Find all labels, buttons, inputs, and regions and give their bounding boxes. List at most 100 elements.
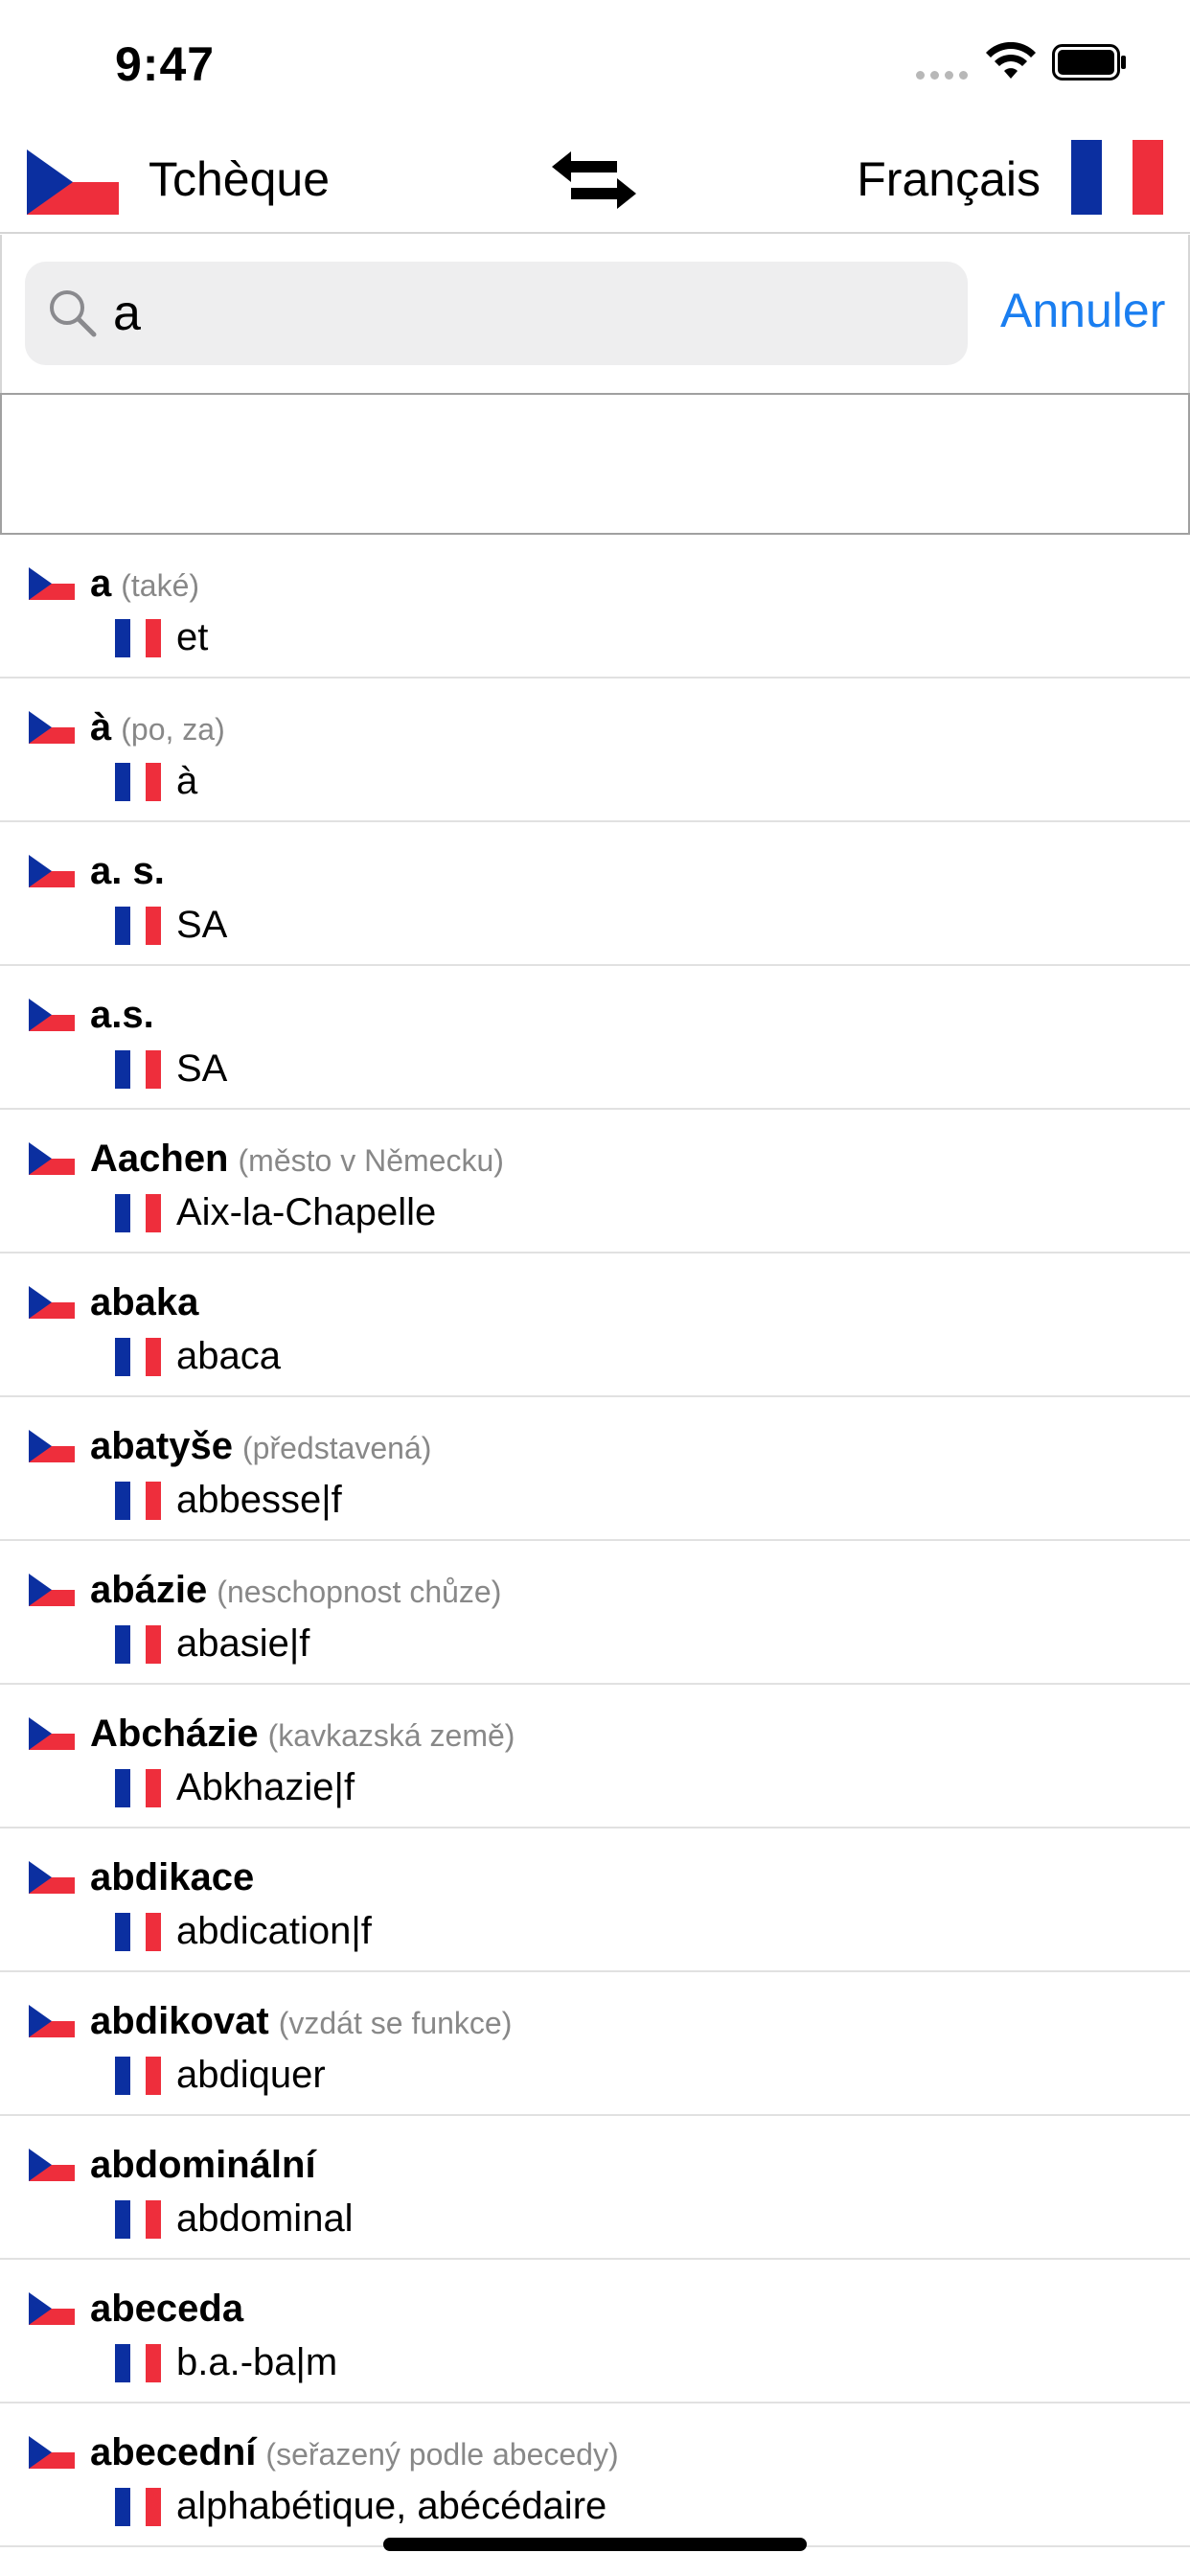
entry-word: Abcházie (kavkazská země) <box>90 1710 515 1760</box>
battery-icon <box>1052 44 1126 80</box>
home-indicator[interactable] <box>383 2538 807 2551</box>
entry-note: (město v Německu) <box>238 1143 504 1178</box>
list-item[interactable]: a.s. SA <box>0 966 1190 1110</box>
status-time: 9:47 <box>115 37 216 91</box>
list-item[interactable]: abecední (seřazený podle abecedy) alphabét… <box>0 2404 1190 2547</box>
search-input[interactable] <box>113 262 937 365</box>
entry-word: abaka <box>90 1278 208 1328</box>
entry-headword: abázie <box>90 1569 208 1611</box>
entry-translation: abdiquer <box>176 2054 326 2096</box>
czech-flag-icon[interactable] <box>27 150 119 215</box>
entry-translation: à <box>176 760 198 802</box>
entry-word: Aachen (město v Německu) <box>90 1135 504 1184</box>
list-item[interactable]: abeceda b.a.-ba|m <box>0 2260 1190 2404</box>
french-flag-icon <box>115 2344 161 2382</box>
entry-translation: SA <box>176 1047 228 1090</box>
list-item[interactable]: a (také) et <box>0 535 1190 678</box>
czech-flag-icon <box>29 1861 75 1894</box>
french-flag-icon <box>115 1913 161 1951</box>
czech-flag-icon <box>29 2005 75 2037</box>
search-field[interactable] <box>25 262 968 365</box>
entry-note: (neschopnost chůze) <box>217 1575 502 1609</box>
target-language-label[interactable]: Français <box>857 150 1041 209</box>
list-item[interactable]: a. s. SA <box>0 822 1190 966</box>
entry-note: (také) <box>121 568 200 603</box>
czech-flag-icon <box>29 999 75 1031</box>
search-bar: Annuler <box>0 235 1190 393</box>
french-flag-icon <box>115 1338 161 1376</box>
results-list: a (také) et à (po, za) à a. s. SA a.s. SA Aachen (m… <box>0 535 1190 2547</box>
french-flag-icon <box>115 2488 161 2526</box>
list-item[interactable]: abdominální abdominal <box>0 2116 1190 2260</box>
french-flag-icon[interactable] <box>1071 140 1163 215</box>
french-flag-icon <box>115 1769 161 1807</box>
list-item[interactable]: Abcházie (kavkazská země) Abkhazie|f <box>0 1685 1190 1828</box>
french-flag-icon <box>115 2200 161 2239</box>
entry-headword: abaka <box>90 1281 199 1323</box>
entry-word: abdikovat (vzdát se funkce) <box>90 1997 512 2047</box>
entry-translation: abaca <box>176 1335 281 1377</box>
entry-note: (po, za) <box>121 712 225 747</box>
wifi-icon <box>986 42 1036 79</box>
czech-flag-icon <box>29 1717 75 1750</box>
french-flag-icon <box>115 907 161 945</box>
entry-headword: Aachen <box>90 1138 229 1180</box>
entry-headword: a. s. <box>90 850 165 892</box>
list-item[interactable]: à (po, za) à <box>0 678 1190 822</box>
entry-word: abdominální <box>90 2141 326 2191</box>
french-flag-icon <box>115 1482 161 1520</box>
entry-translation: abdication|f <box>176 1910 372 1952</box>
french-flag-icon <box>115 1194 161 1232</box>
entry-translation: et <box>176 616 209 658</box>
entry-note: (seřazený podle abecedy) <box>265 2437 619 2472</box>
entry-word: abecední (seřazený podle abecedy) <box>90 2428 619 2478</box>
entry-headword: Abcházie <box>90 1713 259 1755</box>
status-bar: 9:47 <box>0 0 1190 126</box>
source-language-label[interactable]: Tchèque <box>149 150 330 209</box>
french-flag-icon <box>115 1625 161 1664</box>
list-item[interactable]: Aachen (město v Německu) Aix-la-Chapelle <box>0 1110 1190 1254</box>
entry-word: abázie (neschopnost chůze) <box>90 1566 501 1616</box>
entry-translation: b.a.-ba|m <box>176 2341 338 2383</box>
czech-flag-icon <box>29 1430 75 1462</box>
entry-headword: a.s. <box>90 994 154 1036</box>
list-item[interactable]: abatyše (představená) abbesse|f <box>0 1397 1190 1541</box>
cancel-button[interactable]: Annuler <box>1000 281 1165 340</box>
french-flag-icon <box>115 763 161 801</box>
czech-flag-icon <box>29 567 75 600</box>
entry-headword: abdominální <box>90 2144 316 2186</box>
czech-flag-icon <box>29 1286 75 1319</box>
czech-flag-icon <box>29 2292 75 2325</box>
entry-headword: abatyše <box>90 1425 233 1467</box>
entry-translation: abdominal <box>176 2197 354 2240</box>
banner-placeholder <box>0 393 1190 535</box>
czech-flag-icon <box>29 2436 75 2469</box>
language-header: Tchèque Français <box>0 126 1190 234</box>
entry-word: a.s. <box>90 991 164 1041</box>
entry-translation: abbesse|f <box>176 1479 342 1521</box>
entry-headword: a <box>90 563 112 605</box>
swap-languages-icon[interactable] <box>550 146 638 215</box>
french-flag-icon <box>115 1050 161 1089</box>
czech-flag-icon <box>29 855 75 887</box>
entry-word: a (také) <box>90 560 199 610</box>
entry-word: a. s. <box>90 847 174 897</box>
entry-headword: à <box>90 706 112 748</box>
search-icon <box>50 290 97 337</box>
entry-translation: abasie|f <box>176 1622 310 1665</box>
list-item[interactable]: abaka abaca <box>0 1254 1190 1397</box>
entry-note: (kavkazská země) <box>267 1718 515 1753</box>
list-item[interactable]: abdikace abdication|f <box>0 1828 1190 1972</box>
list-item[interactable]: abázie (neschopnost chůze) abasie|f <box>0 1541 1190 1685</box>
list-item[interactable]: abdikovat (vzdát se funkce) abdiquer <box>0 1972 1190 2116</box>
cellular-signal-icon <box>916 71 968 80</box>
entry-headword: abdikace <box>90 1856 255 1898</box>
czech-flag-icon <box>29 711 75 744</box>
entry-headword: abeceda <box>90 2288 244 2330</box>
entry-word: abdikace <box>90 1853 263 1903</box>
czech-flag-icon <box>29 1574 75 1606</box>
entry-translation: Abkhazie|f <box>176 1766 355 1808</box>
czech-flag-icon <box>29 1142 75 1175</box>
entry-translation: SA <box>176 904 228 946</box>
french-flag-icon <box>115 2057 161 2095</box>
